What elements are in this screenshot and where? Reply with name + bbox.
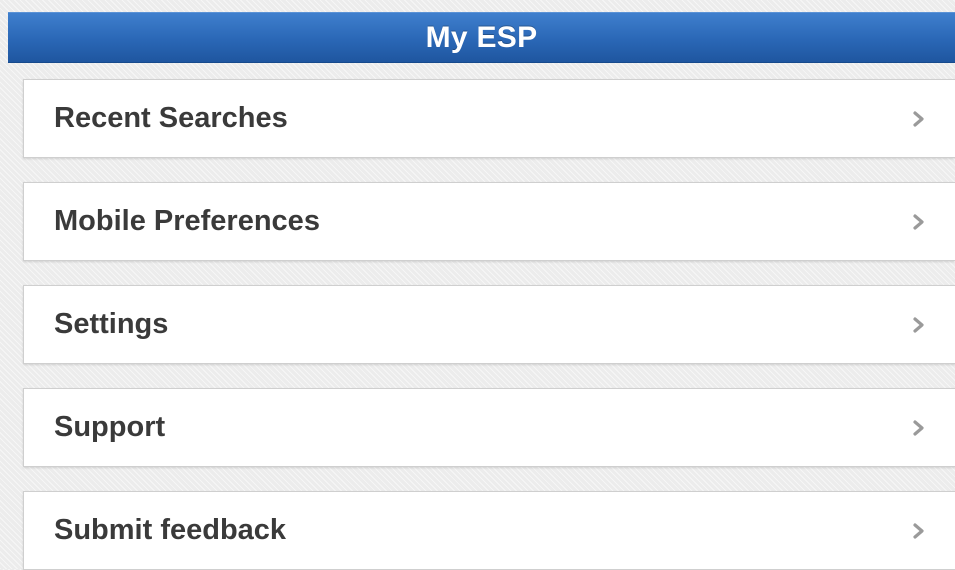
chevron-right-icon bbox=[909, 109, 929, 129]
chevron-right-icon bbox=[909, 521, 929, 541]
menu-item-recent-searches[interactable]: Recent Searches bbox=[23, 79, 955, 158]
menu-item-support[interactable]: Support bbox=[23, 388, 955, 467]
menu-item-label: Recent Searches bbox=[54, 102, 288, 134]
chevron-right-icon bbox=[909, 418, 929, 438]
chevron-right-icon bbox=[909, 212, 929, 232]
menu-item-label: Support bbox=[54, 411, 166, 443]
menu-list: Recent Searches Mobile Preferences Setti… bbox=[23, 79, 955, 570]
menu-item-label: Settings bbox=[54, 308, 169, 340]
menu-item-settings[interactable]: Settings bbox=[23, 285, 955, 364]
chevron-right-icon bbox=[909, 315, 929, 335]
menu-item-label: Mobile Preferences bbox=[54, 205, 320, 237]
menu-item-label: Submit feedback bbox=[54, 514, 287, 546]
menu-item-submit-feedback[interactable]: Submit feedback bbox=[23, 491, 955, 570]
page-title: My ESP bbox=[425, 20, 538, 54]
menu-item-mobile-preferences[interactable]: Mobile Preferences bbox=[23, 182, 955, 261]
header-bar: My ESP bbox=[8, 12, 955, 63]
